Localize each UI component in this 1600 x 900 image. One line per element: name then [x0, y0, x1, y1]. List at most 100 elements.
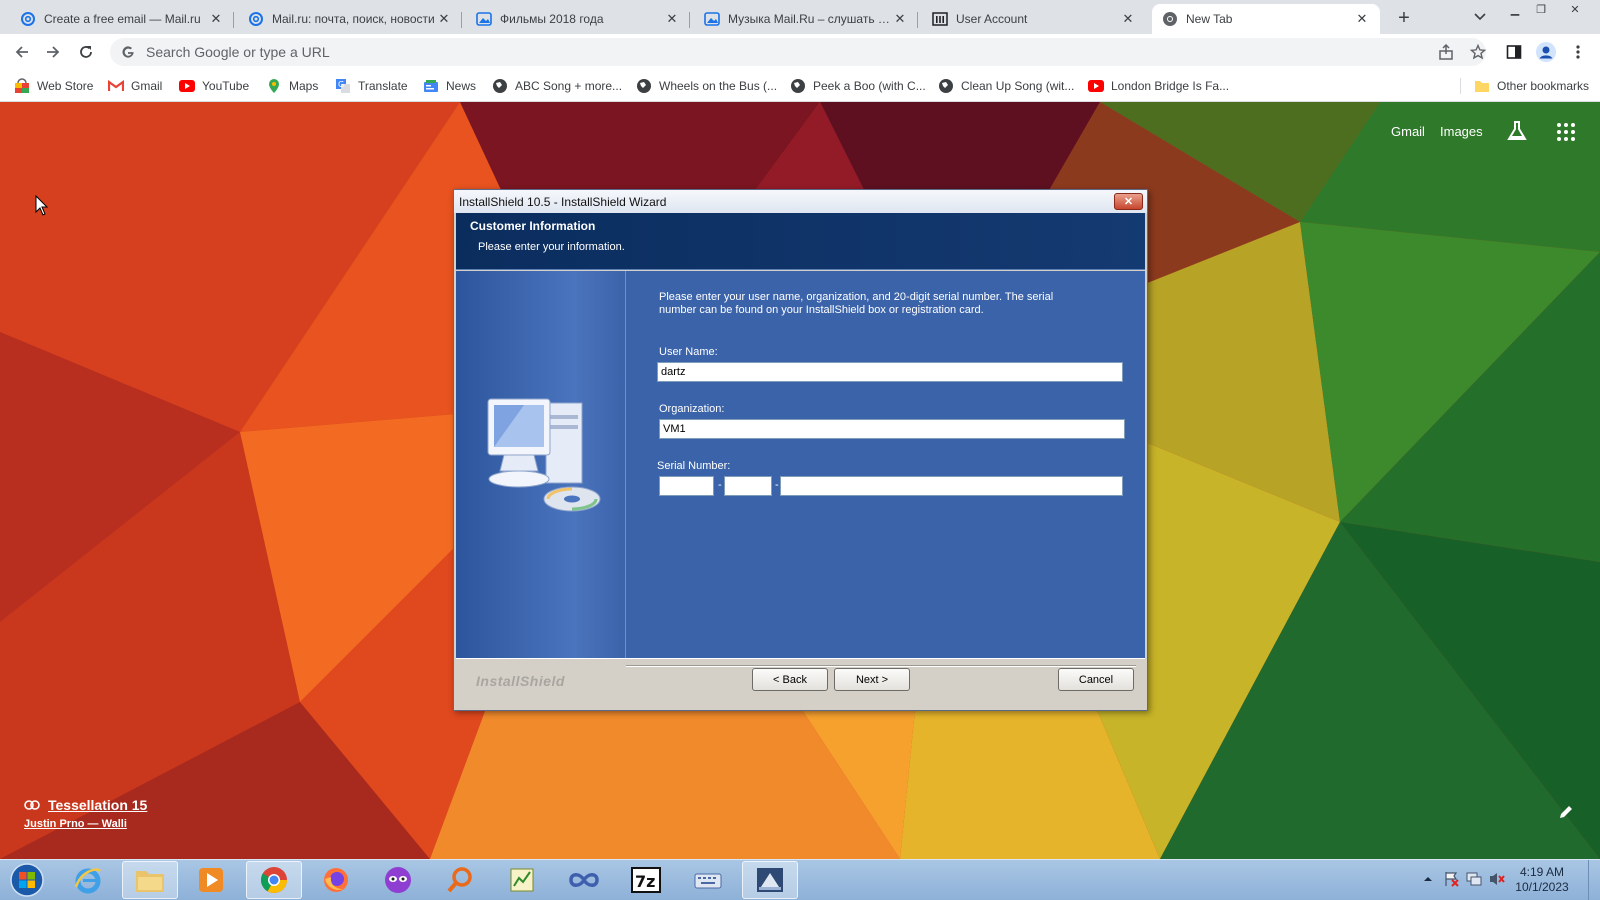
omnibox[interactable]: Search Google or type a URL: [110, 38, 1486, 66]
internet-explorer-icon[interactable]: [60, 861, 116, 899]
bookmark-news[interactable]: News: [423, 76, 476, 96]
gmail-icon: [108, 78, 124, 94]
chrome-menu-icon[interactable]: [1566, 40, 1590, 64]
back-button[interactable]: < Back: [752, 668, 828, 691]
dialog-side-panel: [456, 271, 626, 658]
chrome-icon: [1162, 11, 1178, 27]
next-button[interactable]: Next >: [834, 668, 910, 691]
7zip-icon[interactable]: 7z: [618, 861, 674, 899]
username-field[interactable]: [657, 362, 1123, 382]
bookmark-translate[interactable]: G Translate: [335, 76, 408, 96]
mask-app-icon[interactable]: [370, 861, 426, 899]
omnibox-placeholder: Search Google or type a URL: [146, 44, 330, 60]
tab-title: New Tab: [1186, 12, 1233, 26]
google-apps-grid-icon[interactable]: [1556, 122, 1578, 144]
webstore-icon: [14, 78, 30, 94]
labs-flask-icon[interactable]: [1506, 120, 1530, 144]
tab-mailru-create[interactable]: Create a free email — Mail.ru ✕: [10, 4, 234, 34]
tab-films[interactable]: Фильмы 2018 года ✕: [466, 4, 690, 34]
svg-text:7z: 7z: [635, 872, 655, 891]
bookmarks-bar: Web Store Gmail YouTube Maps G Translate…: [0, 70, 1600, 102]
close-tab-icon[interactable]: ✕: [1120, 11, 1136, 27]
globe-icon: [636, 78, 652, 94]
bookmark-london-bridge[interactable]: London Bridge Is Fa...: [1088, 76, 1229, 96]
back-arrow-icon[interactable]: [10, 40, 34, 64]
tab-music[interactable]: Музыка Mail.Ru – слушать лучшее ✕: [694, 4, 918, 34]
bookmark-peek-a-boo[interactable]: Peek a Boo (with C...: [790, 76, 926, 96]
bookmark-maps[interactable]: Maps: [266, 76, 318, 96]
new-tab-button[interactable]: +: [1392, 6, 1416, 30]
minimize-window-icon[interactable]: ▁: [1504, 2, 1526, 16]
serial-number-label: Serial Number:: [657, 460, 731, 472]
gmail-link[interactable]: Gmail: [1391, 124, 1425, 139]
show-hidden-icons-chevron-icon[interactable]: [1420, 871, 1436, 887]
cancel-button[interactable]: Cancel: [1058, 668, 1134, 691]
tab-title: Create a free email — Mail.ru: [44, 12, 201, 26]
bookmark-label: Wheels on the Bus (...: [659, 79, 778, 93]
close-tab-icon[interactable]: ✕: [664, 11, 680, 27]
windows-taskbar: 7z 4:19 AM 10/1/2023: [0, 859, 1600, 900]
dialog-instructions: Please enter your user name, organizatio…: [659, 291, 1054, 316]
reload-icon[interactable]: [74, 40, 98, 64]
tab-new-tab[interactable]: New Tab ✕: [1152, 4, 1380, 34]
profile-avatar-icon[interactable]: [1534, 40, 1558, 64]
tab-user-account[interactable]: User Account ✕: [922, 4, 1146, 34]
serial-number-part-3[interactable]: [780, 476, 1123, 496]
file-explorer-icon[interactable]: [122, 861, 178, 899]
keyboard-app-icon[interactable]: [680, 861, 736, 899]
youtube-icon: [179, 78, 195, 94]
installshield-icon[interactable]: [742, 861, 798, 899]
bookmark-label: YouTube: [202, 79, 250, 93]
bookmark-wheels-bus[interactable]: Wheels on the Bus (...: [636, 76, 777, 96]
bookmark-web-store[interactable]: Web Store: [14, 76, 93, 96]
bookmark-clean-up-song[interactable]: Clean Up Song (wit...: [938, 76, 1074, 96]
organization-field[interactable]: [659, 419, 1125, 439]
chrome-icon[interactable]: [246, 861, 302, 899]
serial-number-part-1[interactable]: [659, 476, 714, 496]
restore-window-icon[interactable]: ❐: [1530, 2, 1552, 16]
action-center-flag-icon[interactable]: [1443, 871, 1459, 887]
wallpaper-author-link[interactable]: Justin Prno — Walli: [24, 818, 147, 830]
search-tool-icon[interactable]: [432, 861, 488, 899]
bookmark-label: Translate: [358, 79, 408, 93]
bookmark-youtube[interactable]: YouTube: [179, 76, 249, 96]
customize-pencil-icon[interactable]: [1558, 804, 1576, 822]
other-bookmarks-folder[interactable]: Other bookmarks: [1474, 76, 1589, 96]
infinity-app-icon[interactable]: [556, 861, 612, 899]
bookmark-abc-song[interactable]: ABC Song + more...: [492, 76, 622, 96]
tab-search-chevron-icon[interactable]: [1470, 7, 1490, 27]
share-icon[interactable]: [1436, 42, 1456, 62]
bookmark-label: Web Store: [37, 79, 94, 93]
system-clock[interactable]: 4:19 AM 10/1/2023: [1506, 865, 1578, 895]
dialog-titlebar[interactable]: InstallShield 10.5 - InstallShield Wizar…: [454, 190, 1147, 213]
close-tab-icon[interactable]: ✕: [1354, 11, 1370, 27]
clock-time: 4:19 AM: [1519, 865, 1565, 879]
images-link[interactable]: Images: [1440, 124, 1483, 139]
wallpaper-title-link[interactable]: Tessellation 15: [48, 797, 147, 813]
bookmark-label: Clean Up Song (wit...: [961, 79, 1075, 93]
star-bookmark-icon[interactable]: [1468, 42, 1488, 62]
bookmark-gmail[interactable]: Gmail: [108, 76, 162, 96]
building-icon: [932, 11, 948, 27]
globe-icon: [938, 78, 954, 94]
media-player-icon[interactable]: [183, 861, 239, 899]
dialog-window-title: InstallShield 10.5 - InstallShield Wizar…: [459, 194, 667, 209]
firefox-icon[interactable]: [308, 861, 364, 899]
browser-toolbar: Search Google or type a URL: [0, 34, 1600, 70]
show-desktop-button[interactable]: [1588, 860, 1600, 900]
start-orb-icon[interactable]: [7, 861, 47, 899]
close-tab-icon[interactable]: ✕: [208, 11, 224, 27]
side-panel-icon[interactable]: [1502, 40, 1526, 64]
close-tab-icon[interactable]: ✕: [436, 11, 452, 27]
close-window-icon[interactable]: ✕: [1564, 2, 1586, 16]
bookmark-label: News: [446, 79, 477, 93]
volume-muted-icon[interactable]: [1489, 871, 1505, 887]
network-icon[interactable]: [1466, 871, 1482, 887]
dialog-close-button[interactable]: ✕: [1114, 193, 1143, 210]
notepad-chart-icon[interactable]: [494, 861, 550, 899]
dialog-header-banner: Customer Information Please enter your i…: [456, 213, 1145, 270]
tab-mailru-home[interactable]: Mail.ru: почта, поиск, новости ✕: [238, 4, 462, 34]
close-tab-icon[interactable]: ✕: [892, 11, 908, 27]
forward-arrow-icon[interactable]: [41, 40, 65, 64]
serial-number-part-2[interactable]: [724, 476, 772, 496]
